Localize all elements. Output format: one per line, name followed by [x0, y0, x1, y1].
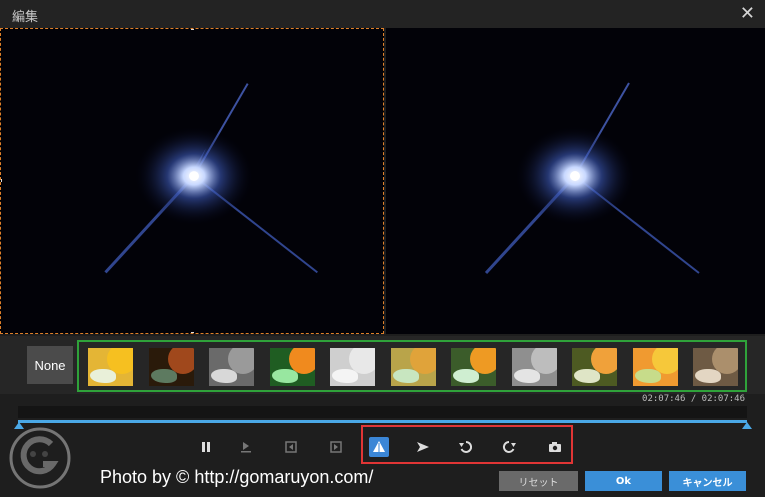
- source-video-frame: [1, 29, 383, 333]
- filter-thumb-vivid[interactable]: [451, 348, 496, 386]
- snapshot-button[interactable]: [545, 437, 565, 457]
- filter-thumb-dark[interactable]: [148, 348, 194, 386]
- source-preview[interactable]: [0, 28, 384, 334]
- crop-handle-bottom[interactable]: [191, 332, 194, 333]
- window-title: 編集: [12, 10, 39, 25]
- filter-thumb-green-tint[interactable]: [269, 348, 315, 386]
- prev-frame-button[interactable]: [281, 437, 301, 457]
- step-forward-button[interactable]: [236, 437, 256, 457]
- timeline-track: [18, 406, 747, 418]
- flip-horizontal-button[interactable]: [369, 437, 389, 457]
- title-bar: 編集 ✕: [0, 0, 765, 28]
- crop-handle-left[interactable]: [1, 179, 2, 182]
- output-video-frame: [386, 28, 765, 334]
- reset-button[interactable]: リセット: [499, 471, 578, 491]
- filter-thumb-sketch[interactable]: [330, 348, 375, 386]
- site-logo: [9, 427, 71, 489]
- watermark-text: Photo by © http://gomaruyon.com/: [100, 467, 374, 487]
- flip-vertical-button[interactable]: [413, 437, 433, 457]
- rotate-left-button[interactable]: [456, 437, 476, 457]
- rotate-right-button[interactable]: [499, 437, 519, 457]
- trim-end-handle[interactable]: [742, 422, 752, 429]
- next-frame-button[interactable]: [326, 437, 346, 457]
- close-icon[interactable]: ✕: [740, 3, 755, 24]
- filter-thumb-posterize[interactable]: [572, 348, 617, 386]
- step-forward-icon: [241, 442, 251, 453]
- flip-horizontal-icon: [373, 441, 385, 452]
- ok-button[interactable]: Ok: [585, 471, 662, 491]
- rotate-right-icon: [502, 440, 516, 453]
- filter-thumb-mosaic[interactable]: [632, 348, 678, 386]
- filter-none-button[interactable]: None: [27, 346, 73, 384]
- filter-thumb-grayscale[interactable]: [209, 348, 254, 386]
- time-display: 02:07:46 / 02:07:46: [642, 394, 745, 404]
- pause-icon: [202, 442, 210, 452]
- timeline-progress[interactable]: [18, 420, 747, 423]
- crop-handle-top[interactable]: [191, 29, 194, 30]
- filter-thumb-emboss[interactable]: [511, 348, 557, 386]
- rotate-left-icon: [459, 440, 473, 453]
- flip-vertical-icon: [417, 442, 429, 452]
- next-frame-icon: [330, 441, 342, 453]
- filter-list: [77, 340, 747, 392]
- cancel-button[interactable]: キャンセル: [669, 471, 746, 491]
- output-preview: [386, 28, 765, 334]
- filter-thumb-sepia[interactable]: [693, 348, 738, 386]
- pause-button[interactable]: [196, 437, 216, 457]
- filter-thumb-original[interactable]: [88, 348, 133, 386]
- filter-thumb-soft-blur[interactable]: [390, 348, 436, 386]
- camera-icon: [549, 442, 561, 452]
- prev-frame-icon: [285, 441, 297, 453]
